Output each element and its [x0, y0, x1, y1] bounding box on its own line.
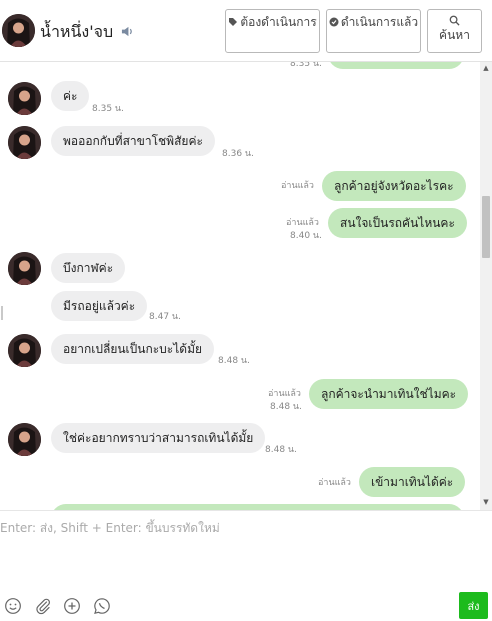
paperclip-icon [36, 598, 50, 615]
add-button[interactable] [63, 597, 81, 615]
emoji-button[interactable] [4, 597, 22, 615]
read-receipt: อ่านแล้ว [318, 478, 351, 488]
outgoing-message[interactable]: ลูกค้าอยู่จังหวัดอะไรคะ [322, 171, 466, 201]
done-button[interactable]: ดำเนินการแล้ว [326, 9, 421, 53]
contact-avatar[interactable] [8, 252, 41, 285]
message-time: 8.36 น. [222, 149, 254, 159]
message-composer: ส่ง [0, 510, 492, 621]
outgoing-message[interactable]: เข้ามาเทินได้ค่ะ [359, 467, 466, 497]
message-time: 8.35 น. [92, 104, 124, 114]
check-circle-icon [329, 17, 339, 27]
read-receipt: อ่านแล้ว [281, 181, 314, 191]
message-time: 8.47 น. [149, 312, 181, 322]
incoming-message[interactable]: ใช่ค่ะอยากทราบว่าสามารถเทินได้มั้ย [51, 423, 266, 453]
message-list[interactable]: 8.35 น. ค่ะ 8.35 น. พอออกกับที่สาขาโชพิส… [0, 62, 480, 510]
plus-circle-icon [64, 598, 80, 614]
search-icon [449, 15, 460, 26]
message-time: 8.48 น. [270, 402, 302, 412]
message-time: 8.48 น. [265, 445, 297, 455]
contact-avatar[interactable] [2, 14, 35, 47]
message-bubble-partial [328, 62, 464, 69]
outgoing-message[interactable]: สนใจเป็นรถคันไหนคะ [328, 208, 467, 238]
chat-bubble-icon [94, 598, 110, 615]
contact-avatar[interactable] [8, 334, 41, 367]
read-receipt: อ่านแล้ว [286, 218, 319, 228]
incoming-message[interactable]: มีรถอยู่แล้วค่ะ [51, 291, 148, 321]
scroll-down-icon[interactable]: ▼ [482, 498, 490, 506]
chat-header: น้ำหนึ่ง'จบ ต้องดำเนินการ ดำเนินการแล้ว … [0, 0, 492, 62]
message-input[interactable] [0, 519, 480, 589]
message-time-partial: 8.35 น. [290, 62, 322, 69]
speaker-icon[interactable] [121, 25, 134, 38]
scroll-up-icon[interactable]: ▲ [482, 64, 490, 72]
attach-button[interactable] [34, 597, 52, 615]
message-scrollbar[interactable]: ▲ ▼ [480, 62, 492, 510]
incoming-message[interactable]: บึงกาฬค่ะ [51, 253, 126, 283]
message-time: 8.40 น. [290, 231, 322, 241]
todo-label: ต้องดำเนินการ [240, 15, 317, 29]
contact-name: น้ำหนึ่ง'จบ [40, 22, 114, 41]
outgoing-message[interactable]: ลูกค้าจะนำมาเทินใช่ไมคะ [309, 379, 469, 409]
read-receipt: อ่านแล้ว [268, 389, 301, 399]
contact-avatar[interactable] [8, 82, 41, 115]
incoming-message[interactable]: ค่ะ [51, 81, 90, 111]
send-button[interactable]: ส่ง [459, 592, 488, 619]
search-label: ค้นหา [439, 28, 470, 42]
message-time: 8.48 น. [218, 356, 250, 366]
divider-mark [1, 306, 3, 320]
contact-avatar[interactable] [8, 126, 41, 159]
whatsapp-button[interactable] [93, 597, 111, 615]
incoming-message[interactable]: พอออกกับที่สาขาโชพิสัยค่ะ [51, 126, 215, 156]
todo-button[interactable]: ต้องดำเนินการ [225, 9, 320, 53]
incoming-message[interactable]: อยากเปลี่ยนเป็นกะบะได้มั้ย [51, 334, 215, 364]
done-label: ดำเนินการแล้ว [340, 15, 419, 29]
contact-avatar[interactable] [8, 423, 41, 456]
scroll-thumb[interactable] [482, 196, 490, 258]
search-button[interactable]: ค้นหา [427, 9, 482, 53]
emoji-icon [5, 598, 21, 614]
tag-icon [229, 18, 238, 26]
